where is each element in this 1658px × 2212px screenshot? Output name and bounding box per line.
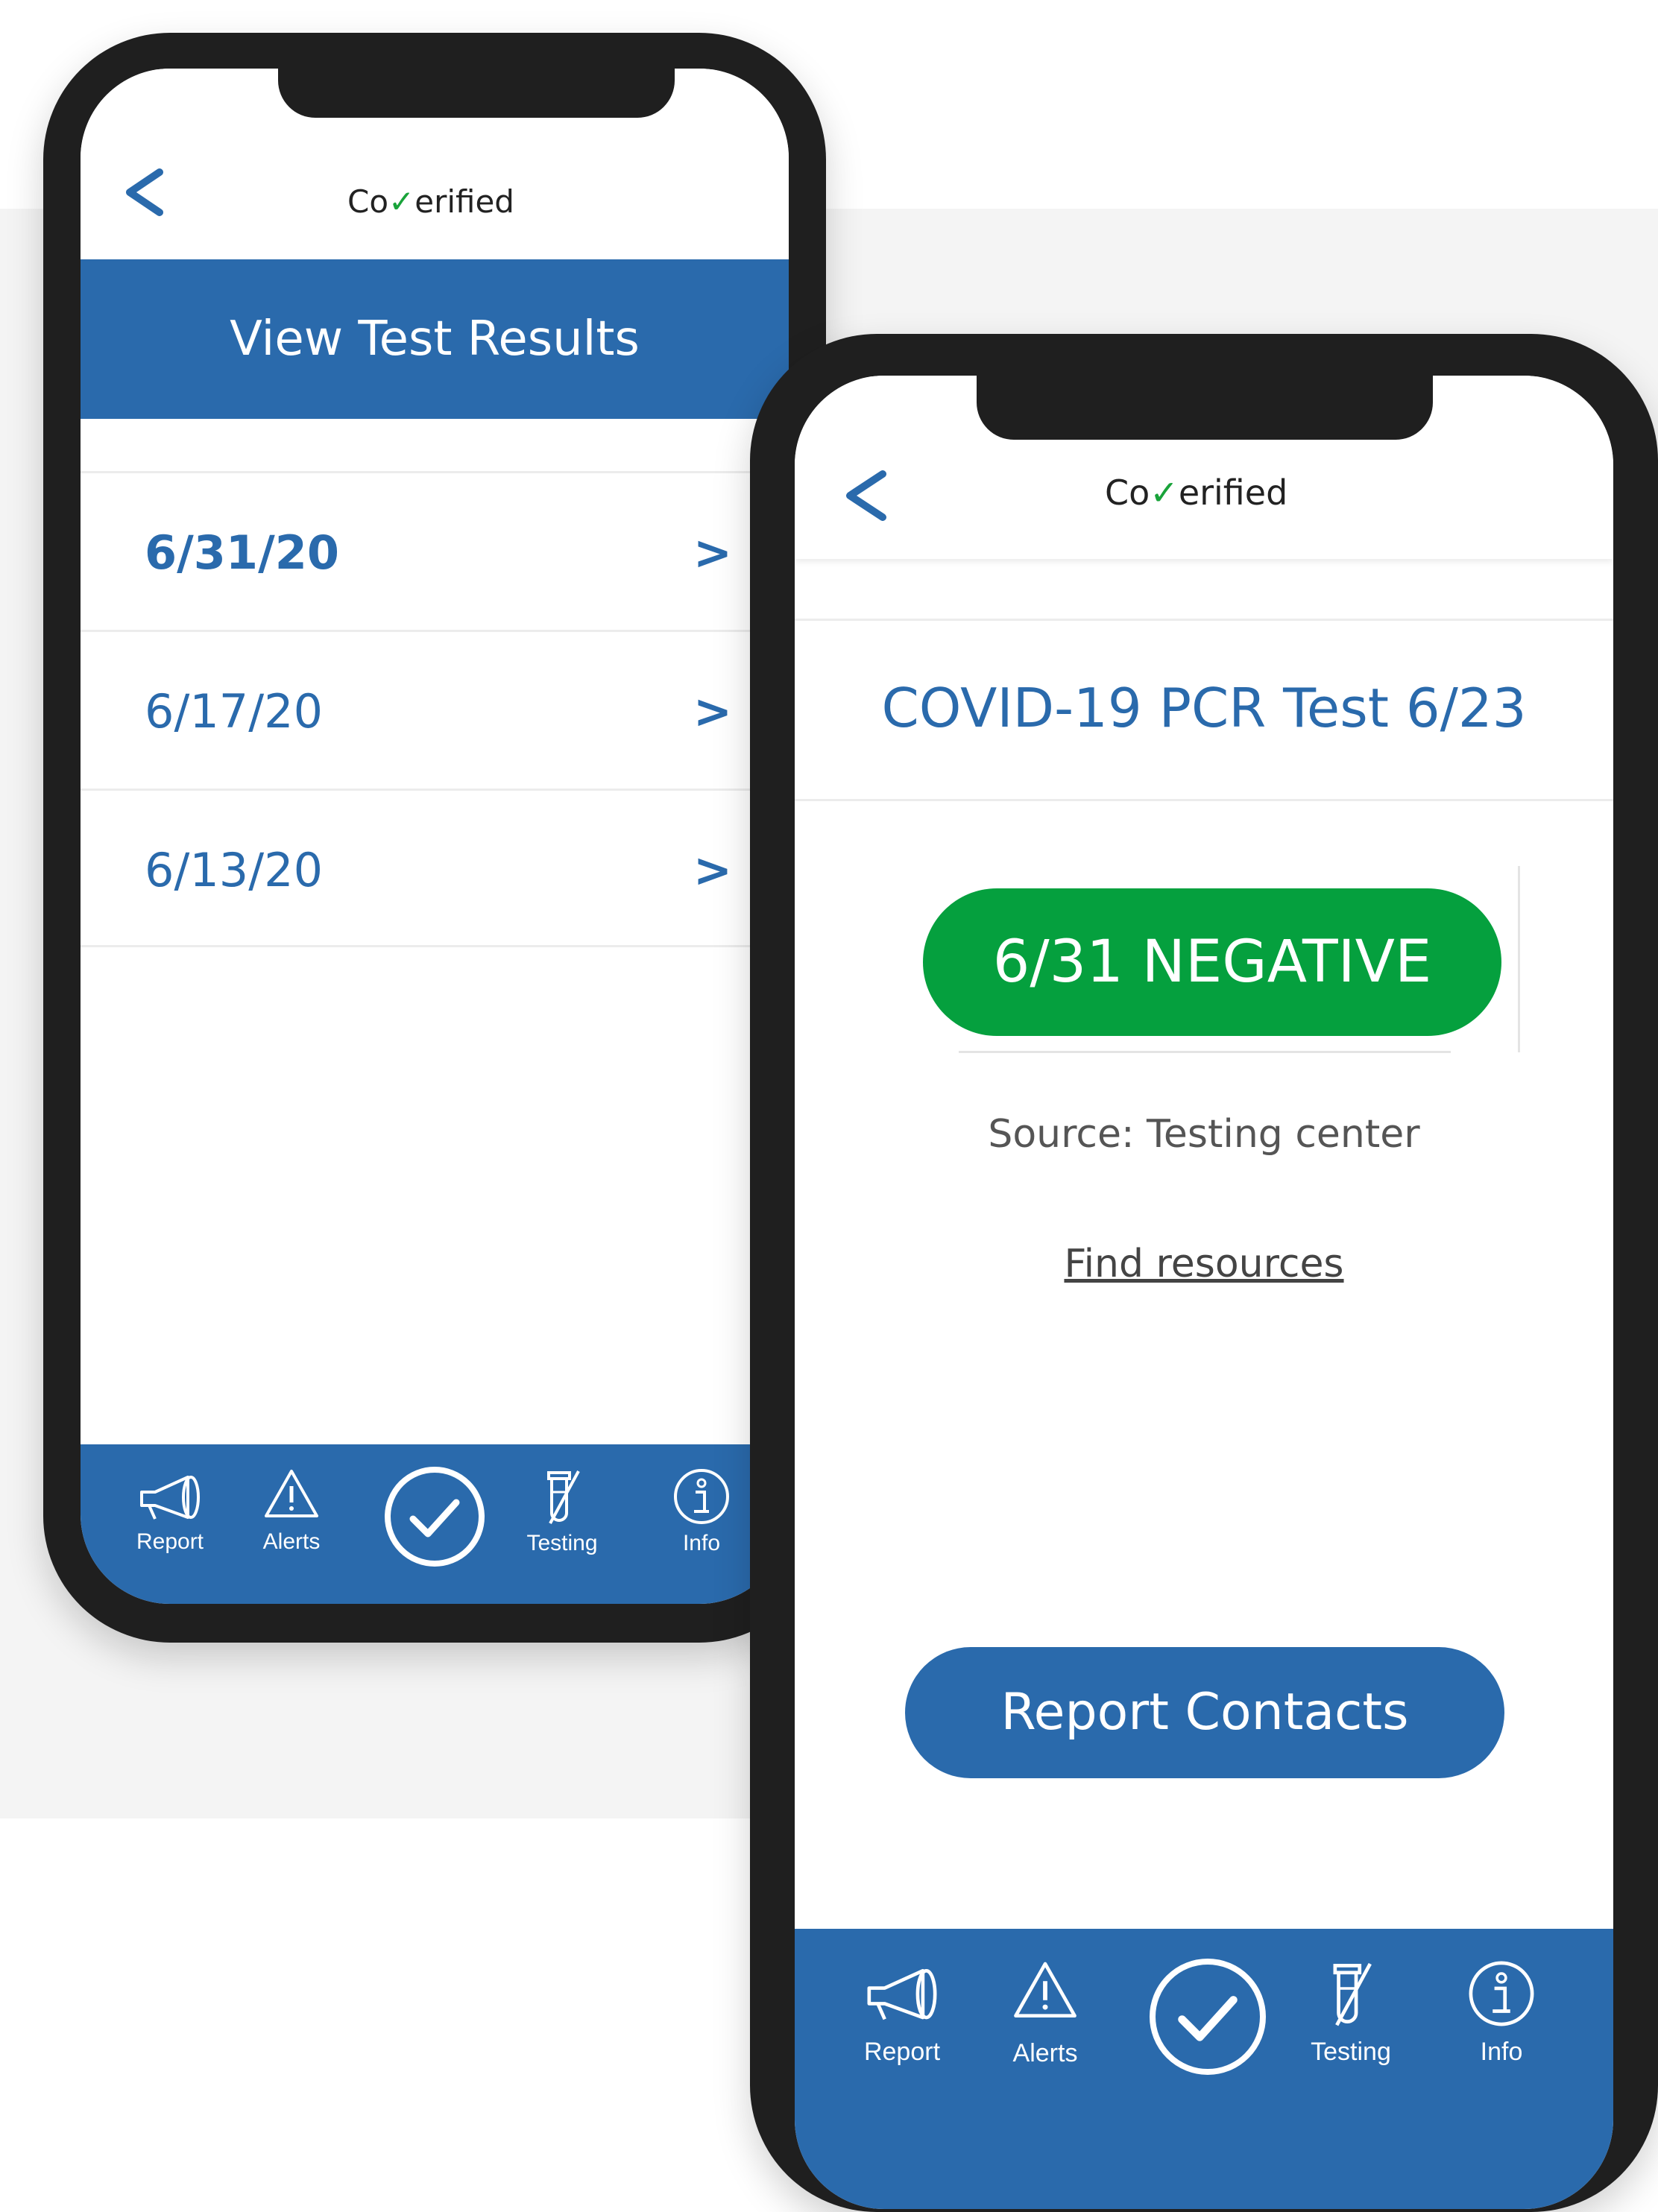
chevron-left-icon: [846, 470, 886, 521]
app-logo: Co✓erified: [1105, 473, 1287, 513]
right-phone: Co✓erified COVID-19 PCR Test 6/23 6/31 N…: [750, 334, 1658, 2212]
tab-alerts[interactable]: Alerts: [995, 1959, 1096, 2068]
result-row[interactable]: 6/31/20 >: [81, 471, 789, 630]
logo-prefix: Co: [347, 183, 389, 220]
tab-testing[interactable]: Testing: [1299, 1959, 1403, 2067]
source-label: Source: Testing center: [988, 1112, 1420, 1157]
bottom-tab-bar: Report Alerts Testing Info: [795, 1929, 1613, 2209]
find-resources-label: Find resources: [1064, 1242, 1344, 1286]
result-row[interactable]: 6/17/20 >: [81, 630, 789, 789]
tab-info[interactable]: Info: [661, 1467, 743, 1556]
page-title-bar: View Test Results: [81, 259, 789, 419]
result-underline: [959, 1051, 1451, 1053]
find-resources-link[interactable]: Find resources: [795, 1242, 1613, 1286]
result-date: 6/31/20: [145, 525, 339, 580]
tab-report[interactable]: Report: [125, 1467, 215, 1555]
check-circle-icon: [409, 1499, 460, 1538]
page-title: View Test Results: [230, 312, 640, 367]
logo-suffix: erified: [1178, 473, 1288, 513]
megaphone-icon: [867, 1968, 937, 2020]
megaphone-icon: [140, 1476, 200, 1520]
tab-testing[interactable]: Testing: [517, 1467, 607, 1556]
verify-button[interactable]: [385, 1467, 485, 1567]
tab-report[interactable]: Report: [851, 1959, 953, 2067]
chevron-right-icon: >: [693, 843, 732, 897]
test-title-text: COVID-19 PCR Test 6/23: [881, 677, 1527, 739]
tab-label: Alerts: [1012, 2039, 1078, 2067]
phone-notch: [278, 69, 675, 118]
tab-label: Report: [136, 1529, 204, 1554]
info-icon: [674, 1469, 729, 1524]
right-phone-screen: Co✓erified COVID-19 PCR Test 6/23 6/31 N…: [795, 376, 1613, 2209]
divider: [795, 619, 1613, 621]
back-button[interactable]: [842, 468, 890, 526]
result-row[interactable]: 6/13/20 >: [81, 789, 789, 947]
tab-label: Testing: [526, 1531, 598, 1555]
check-circle-icon: [1178, 1996, 1238, 2041]
phone-notch: [977, 376, 1433, 440]
logo-check-icon: ✓: [388, 183, 415, 220]
warning-icon: [1014, 1962, 1077, 2018]
app-logo: Co✓erified: [347, 183, 514, 220]
bottom-tab-bar: Report Alerts Testing Info: [81, 1444, 789, 1604]
tab-label: Info: [682, 1531, 721, 1555]
result-status-text: 6/31 NEGATIVE: [992, 929, 1432, 996]
verify-button[interactable]: [1150, 1959, 1266, 2075]
tab-label: Info: [1480, 2038, 1523, 2066]
left-phone-screen: Co✓erified View Test Results 6/31/20 > 6…: [81, 69, 789, 1604]
result-status-badge: 6/31 NEGATIVE: [923, 888, 1501, 1036]
warning-icon: [265, 1470, 318, 1517]
test-title: COVID-19 PCR Test 6/23: [795, 677, 1613, 739]
report-contacts-button[interactable]: Report Contacts: [905, 1647, 1504, 1778]
chevron-left-icon: [126, 168, 163, 216]
left-phone: Co✓erified View Test Results 6/31/20 > 6…: [43, 33, 826, 1643]
tab-label: Alerts: [262, 1529, 321, 1554]
vertical-divider: [1518, 866, 1520, 1052]
source-text: Source: Testing center: [795, 1112, 1613, 1157]
divider: [795, 799, 1613, 801]
logo-suffix: erified: [414, 183, 514, 220]
chevron-right-icon: >: [693, 525, 732, 580]
result-date: 6/13/20: [145, 843, 324, 897]
test-tube-icon: [1333, 1962, 1372, 2026]
tab-label: Report: [863, 2038, 941, 2066]
logo-prefix: Co: [1105, 473, 1150, 513]
tab-label: Testing: [1311, 2038, 1391, 2066]
report-contacts-label: Report Contacts: [1000, 1683, 1409, 1742]
result-date: 6/17/20: [145, 684, 324, 739]
logo-check-icon: ✓: [1150, 473, 1179, 513]
test-tube-icon: [547, 1470, 580, 1524]
tab-info[interactable]: Info: [1457, 1959, 1546, 2067]
chevron-right-icon: >: [693, 684, 732, 739]
back-button[interactable]: [122, 165, 167, 232]
tab-alerts[interactable]: Alerts: [250, 1467, 332, 1555]
info-icon: [1469, 1961, 1534, 2026]
